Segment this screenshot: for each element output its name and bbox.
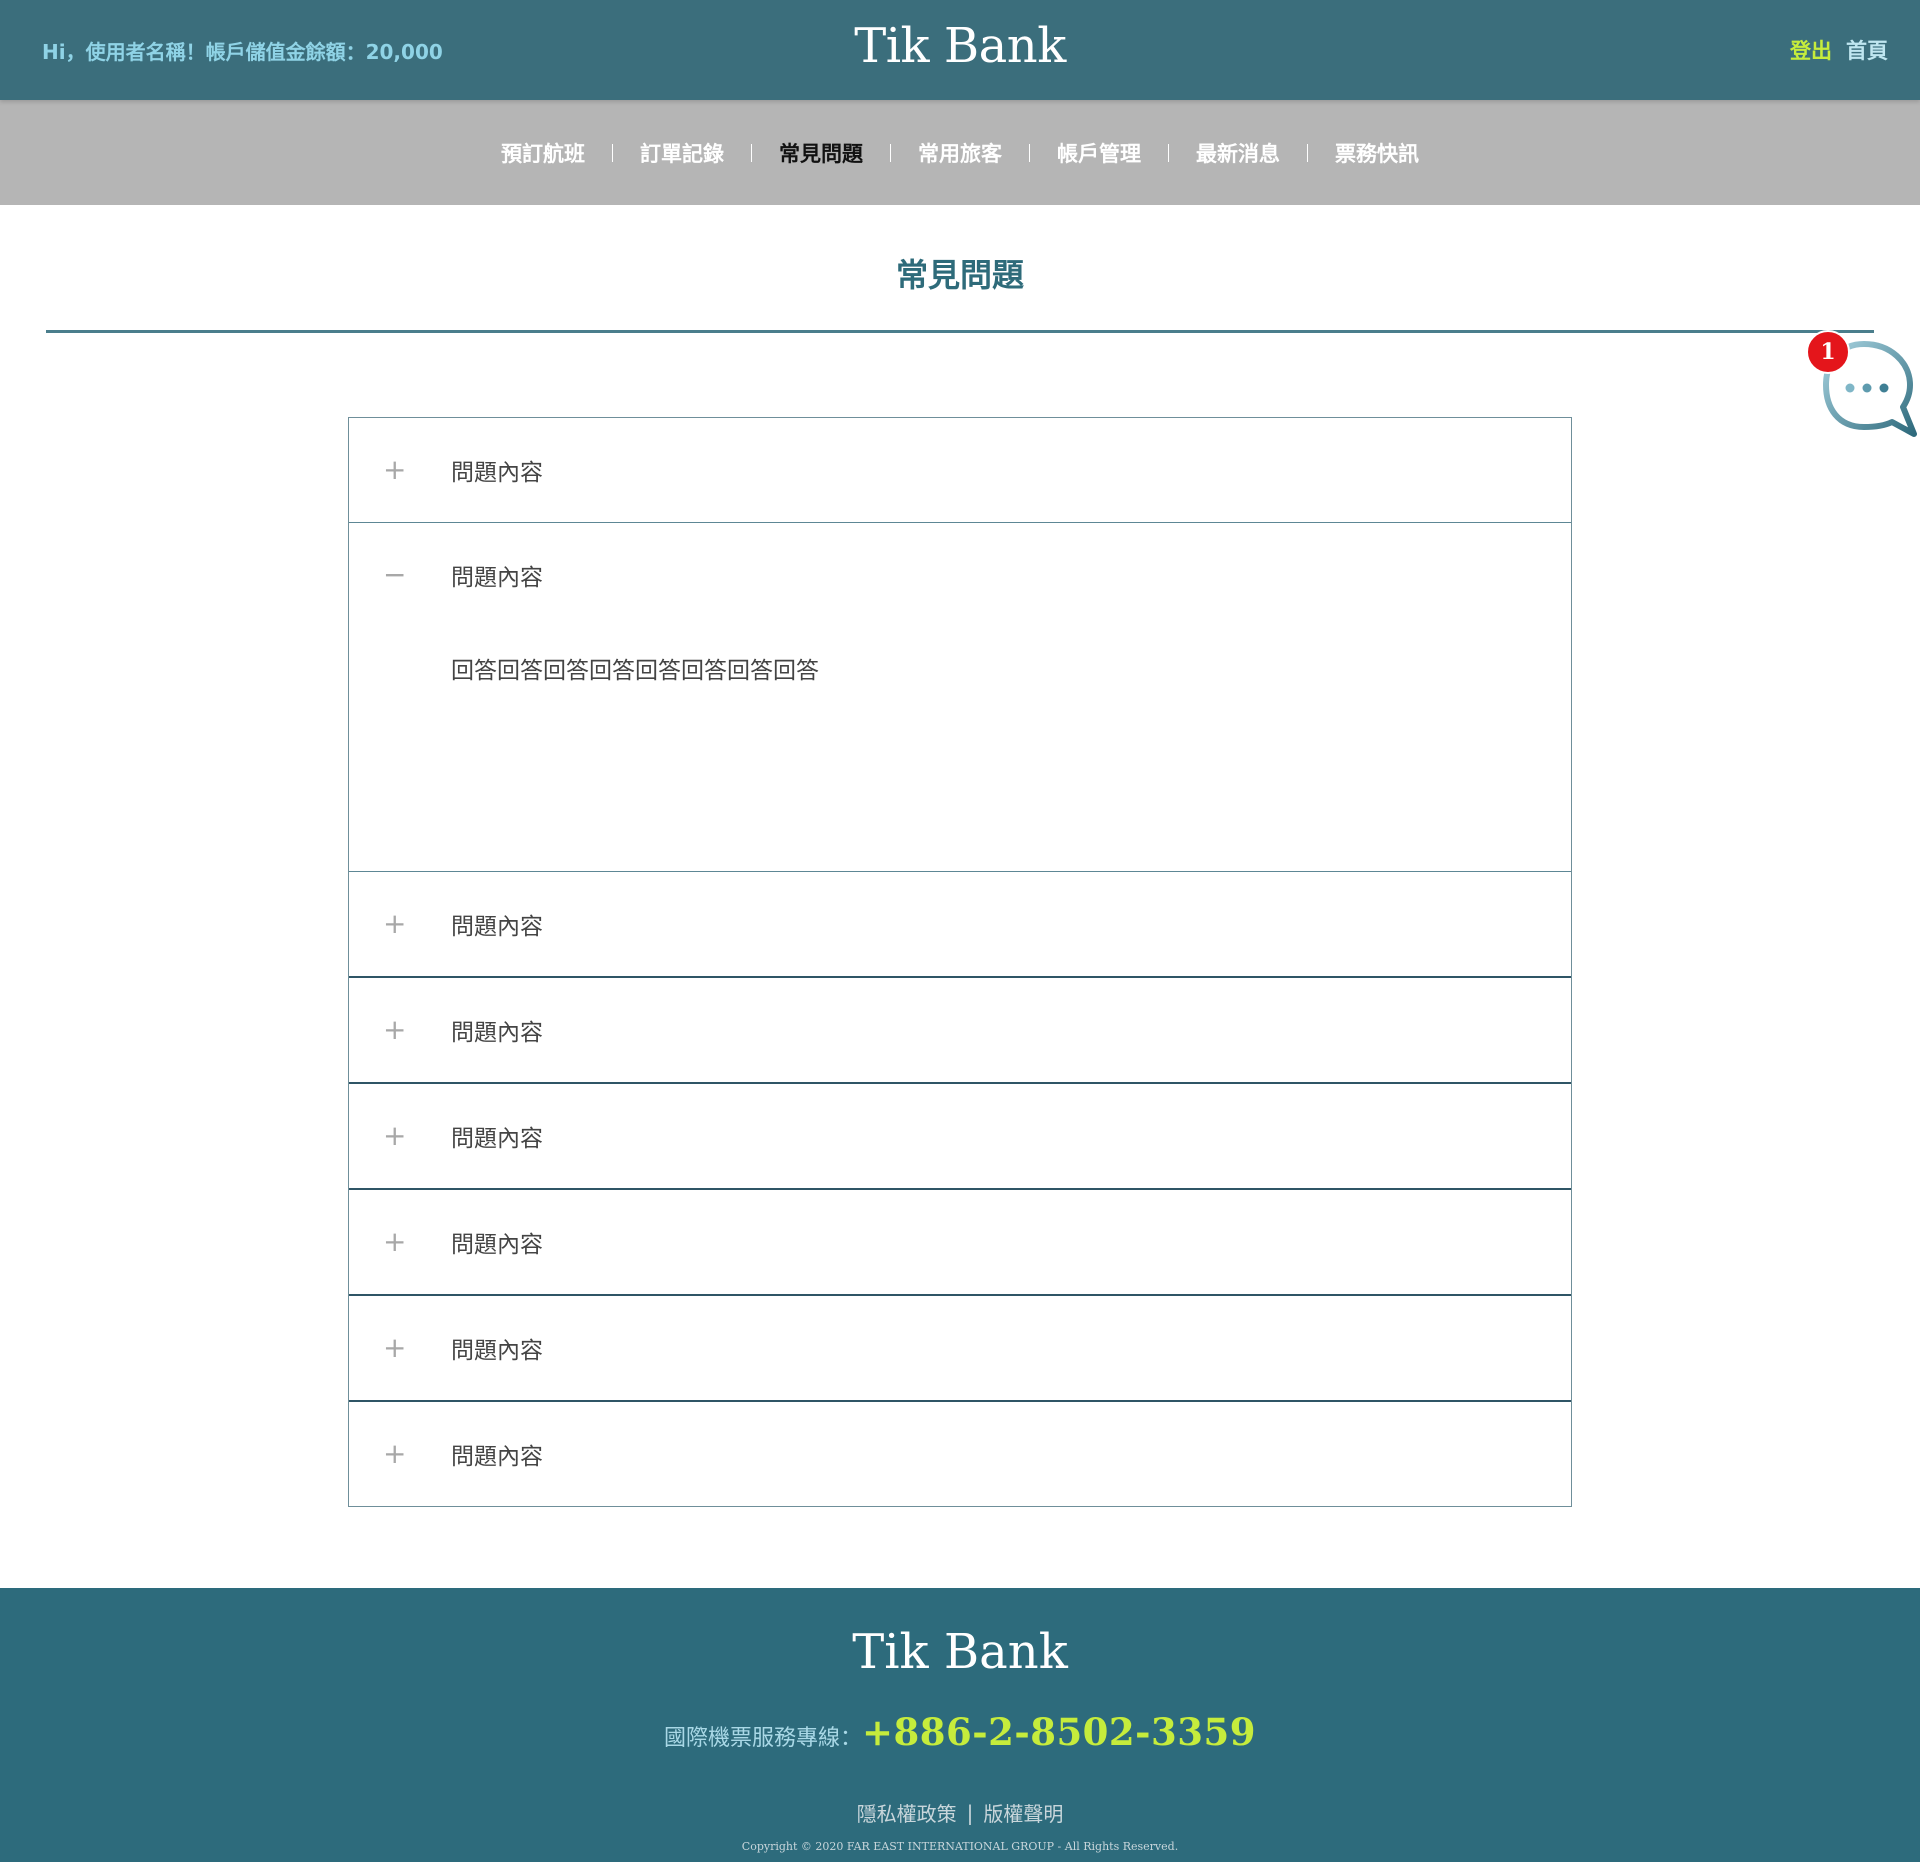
plus-icon[interactable]: + <box>349 1228 451 1256</box>
footer-links: 隱私權政策 | 版權聲明 <box>0 1798 1920 1827</box>
plus-icon[interactable]: + <box>349 1440 451 1468</box>
faq-item: + 問題內容 <box>349 1400 1571 1506</box>
plus-icon[interactable]: + <box>349 1122 451 1150</box>
faq-question-text: 問題內容 <box>451 1126 543 1152</box>
faq-item: + 問題內容 <box>349 1294 1571 1400</box>
faq-item: + 問題內容 <box>349 871 1571 976</box>
faq-accordion: + 問題內容 − 問題內容 回答回答回答回答回答回答回答回答 + 問題內容 + … <box>348 417 1572 1507</box>
faq-question-row[interactable]: + 問題內容 <box>349 418 1571 522</box>
plus-icon[interactable]: + <box>349 456 451 484</box>
title-divider <box>46 330 1874 333</box>
nav-item-book-flight[interactable]: 預訂航班 <box>474 138 612 168</box>
faq-question-text: 問題內容 <box>451 914 543 940</box>
chat-notification-badge: 1 <box>1806 330 1850 374</box>
site-footer: Tik Bank 國際機票服務專線： +886-2-8502-3359 隱私權政… <box>0 1588 1920 1862</box>
minus-icon[interactable]: − <box>349 561 451 589</box>
faq-question-text: 問題內容 <box>451 1338 543 1364</box>
chat-widget-button[interactable]: 1 <box>1806 330 1920 440</box>
faq-question-row[interactable]: + 問題內容 <box>349 1190 1571 1294</box>
main-nav: 預訂航班 訂單記錄 常見問題 常用旅客 帳戶管理 最新消息 票務快訊 <box>0 100 1920 205</box>
plus-icon[interactable]: + <box>349 910 451 938</box>
faq-question-row[interactable]: + 問題內容 <box>349 1296 1571 1400</box>
nav-item-frequent-travelers[interactable]: 常用旅客 <box>891 138 1029 168</box>
home-link[interactable]: 首頁 <box>1846 35 1888 65</box>
top-header: Hi，使用者名稱！帳戶儲值金餘額：20,000 Tik Bank 登出 首頁 <box>0 0 1920 100</box>
faq-question-row[interactable]: + 問題內容 <box>349 1084 1571 1188</box>
brand-logo[interactable]: Tik Bank <box>854 18 1066 74</box>
nav-item-faq[interactable]: 常見問題 <box>752 138 890 168</box>
faq-item: + 問題內容 <box>349 1188 1571 1294</box>
faq-question-row[interactable]: + 問題內容 <box>349 978 1571 1082</box>
faq-item: + 問題內容 <box>349 1082 1571 1188</box>
hotline-label: 國際機票服務專線： <box>663 1726 862 1751</box>
top-links: 登出 首頁 <box>1790 35 1888 65</box>
plus-icon[interactable]: + <box>349 1016 451 1044</box>
copyright-statement-link[interactable]: 版權聲明 <box>983 1798 1063 1827</box>
logout-link[interactable]: 登出 <box>1790 35 1832 65</box>
faq-question-text: 問題內容 <box>451 565 543 591</box>
plus-icon[interactable]: + <box>349 1334 451 1362</box>
faq-question-row[interactable]: + 問題內容 <box>349 872 1571 976</box>
faq-item-expanded: − 問題內容 回答回答回答回答回答回答回答回答 <box>349 522 1571 871</box>
faq-question-row[interactable]: − 問題內容 <box>349 523 1571 627</box>
faq-item: + 問題內容 <box>349 976 1571 1082</box>
nav-item-account-management[interactable]: 帳戶管理 <box>1030 138 1168 168</box>
service-hotline: 國際機票服務專線： +886-2-8502-3359 <box>0 1710 1920 1754</box>
nav-item-latest-news[interactable]: 最新消息 <box>1169 138 1307 168</box>
privacy-policy-link[interactable]: 隱私權政策 <box>857 1798 957 1827</box>
faq-answer-text: 回答回答回答回答回答回答回答回答 <box>451 658 819 684</box>
page-title: 常見問題 <box>895 256 1024 294</box>
hotline-phone-link[interactable]: +886-2-8502-3359 <box>862 1710 1256 1754</box>
copyright-text: Copyright © 2020 FAR EAST INTERNATIONAL … <box>741 1840 1179 1853</box>
faq-question-text: 問題內容 <box>451 460 543 486</box>
faq-question-text: 問題內容 <box>451 1444 543 1470</box>
faq-question-text: 問題內容 <box>451 1232 543 1258</box>
faq-item: + 問題內容 <box>349 418 1571 522</box>
nav-item-order-records[interactable]: 訂單記錄 <box>613 138 751 168</box>
faq-question-text: 問題內容 <box>451 1020 543 1046</box>
faq-question-row[interactable]: + 問題內容 <box>349 1402 1571 1506</box>
nav-item-ticket-news[interactable]: 票務快訊 <box>1308 138 1446 168</box>
footer-brand-logo: Tik Bank <box>852 1624 1068 1680</box>
account-greeting: Hi，使用者名稱！帳戶儲值金餘額：20,000 <box>42 39 443 64</box>
footer-link-separator: | <box>966 1800 974 1825</box>
